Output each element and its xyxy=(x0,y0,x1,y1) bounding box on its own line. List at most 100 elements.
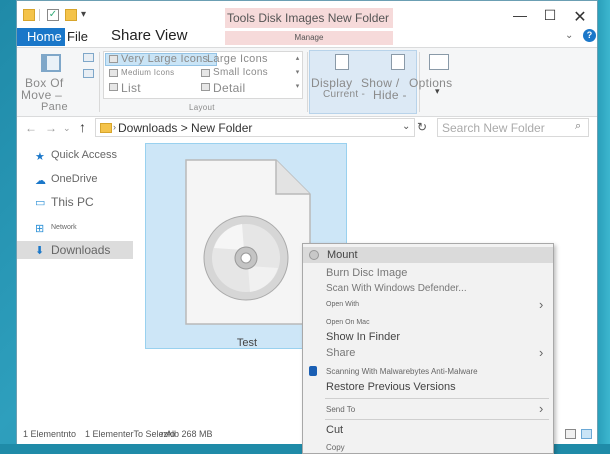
layout-large-icons[interactable]: Large Icons xyxy=(207,53,268,65)
navigation-pane-icon[interactable] xyxy=(41,54,61,72)
network-icon: ⊞ xyxy=(35,223,45,235)
pane-button-label-2[interactable]: Move – xyxy=(21,88,62,102)
medium-icons-icon xyxy=(109,69,118,77)
layout-detail[interactable]: Detail xyxy=(213,81,245,95)
details-pane-icon[interactable] xyxy=(83,69,94,78)
sidebar-item-this-pc[interactable]: ▭ This PC xyxy=(17,193,133,211)
folder-icon xyxy=(100,123,112,133)
menu-item-open-with[interactable]: Open With › xyxy=(303,297,553,313)
menu-item-send-to[interactable]: Send To › xyxy=(303,401,553,417)
address-row: ← → ⌄ ↑ › Downloads > New Folder ⌄ ↻ Sea… xyxy=(17,118,597,138)
recent-chevron-icon[interactable]: ⌄ xyxy=(63,123,71,134)
customize-toolbar-icon[interactable]: ▾ xyxy=(81,9,86,20)
contextual-tools-tab[interactable]: Tools Disk Images New Folder xyxy=(225,8,393,28)
context-menu: Mount Burn Disc Image Scan With Windows … xyxy=(302,243,554,454)
menu-item-label: Scan With Windows Defender... xyxy=(326,283,467,294)
display-sub-label: Current - xyxy=(323,89,366,100)
options-dropdown-icon[interactable]: ▾ xyxy=(435,86,440,97)
address-bar[interactable]: › Downloads > New Folder ⌄ xyxy=(95,118,415,137)
menu-item-label: Cut xyxy=(326,424,344,436)
menu-item-label: Open On Mac xyxy=(326,319,370,326)
ribbon: Box Of Move – Pane Very Large Icons Larg… xyxy=(17,47,597,117)
show-hide-icon[interactable] xyxy=(391,54,405,70)
back-arrow-icon[interactable]: ← xyxy=(25,121,37,135)
sidebar-item-label: Downloads xyxy=(51,243,111,257)
search-placeholder: Search New Folder xyxy=(442,121,545,135)
sidebar-item-label: OneDrive xyxy=(51,173,98,185)
menu-item-cut[interactable]: Cut xyxy=(303,422,553,438)
menu-item-label: Open With xyxy=(326,301,360,308)
sort-by-icon[interactable] xyxy=(335,54,349,70)
options-icon[interactable] xyxy=(429,54,449,70)
large-icons-view-icon[interactable] xyxy=(581,429,592,439)
menu-item-share[interactable]: Share › xyxy=(303,345,553,361)
tab-manage[interactable]: Manage xyxy=(225,31,393,45)
menu-item-label: Scanning With Malwarebytes Anti-Malware xyxy=(326,367,478,376)
display-button[interactable]: Display xyxy=(311,76,352,90)
title-bar: ✓ ▾ Tools Disk Images New Folder — ☐ ✕ xyxy=(17,1,597,31)
menu-item-label: Copy xyxy=(326,443,345,452)
menu-item-mount[interactable]: Mount xyxy=(303,247,553,263)
search-icon[interactable]: ⌕ xyxy=(575,120,581,133)
layout-very-large-icons[interactable]: Very Large Icons xyxy=(121,53,208,65)
options-button[interactable]: Options xyxy=(409,76,452,90)
sidebar-item-downloads[interactable]: ⬇ Downloads xyxy=(17,241,133,259)
menu-item-restore-versions[interactable]: Restore Previous Versions xyxy=(303,379,553,395)
properties-check-icon[interactable]: ✓ xyxy=(47,9,59,21)
help-icon[interactable]: ? xyxy=(583,29,596,42)
computer-icon: ▭ xyxy=(35,197,46,209)
layout-small-icons[interactable]: Small Icons xyxy=(213,67,268,78)
chevron-down-icon[interactable]: ⌄ xyxy=(565,30,573,41)
breadcrumb-chevron-icon[interactable]: › xyxy=(113,122,116,132)
chevron-right-icon: › xyxy=(539,297,544,312)
cloud-icon: ☁ xyxy=(35,175,46,187)
navigation-pane: ★ Quick Access ☁ OneDrive ▭ This PC ⊞ Ne… xyxy=(17,139,137,419)
group-separator xyxy=(307,52,308,112)
separator xyxy=(39,9,40,21)
menu-item-label: Send To xyxy=(326,405,356,414)
download-arrow-icon: ⬇ xyxy=(35,245,45,257)
tab-file[interactable]: File xyxy=(67,29,88,44)
tab-home[interactable]: Home xyxy=(17,28,65,46)
menu-item-burn-disc-image[interactable]: Burn Disc Image xyxy=(303,265,553,281)
breadcrumb[interactable]: Downloads > New Folder xyxy=(118,121,252,135)
item-count: 1 Elementnto xyxy=(23,429,77,439)
layout-list[interactable]: List xyxy=(121,81,141,95)
folder-icon[interactable] xyxy=(23,9,35,21)
small-icons-icon xyxy=(201,69,210,77)
menu-item-show-in-finder[interactable]: Show In Finder xyxy=(303,329,553,345)
address-dropdown-icon[interactable]: ⌄ xyxy=(402,121,410,132)
selection-size: nAlb 268 MB xyxy=(161,429,213,439)
preview-pane-icon[interactable] xyxy=(83,53,94,62)
details-icon xyxy=(201,83,210,91)
up-arrow-icon[interactable]: ↑ xyxy=(79,119,86,135)
gallery-scroll-icon[interactable]: ▴ ▾ ▾ xyxy=(293,52,302,98)
close-button[interactable]: ✕ xyxy=(565,7,595,27)
star-icon: ★ xyxy=(35,151,45,163)
sidebar-item-onedrive[interactable]: ☁ OneDrive xyxy=(17,171,133,189)
malwarebytes-icon xyxy=(309,366,317,376)
list-icon xyxy=(109,83,118,91)
disc-icon xyxy=(309,250,319,260)
menu-item-scan-defender[interactable]: Scan With Windows Defender... xyxy=(303,281,553,297)
forward-arrow-icon[interactable]: → xyxy=(45,121,57,135)
group-separator xyxy=(99,52,100,112)
menu-item-copy[interactable]: Copy xyxy=(303,439,553,453)
new-folder-icon[interactable] xyxy=(65,9,77,21)
chevron-right-icon: › xyxy=(539,345,544,360)
refresh-icon[interactable]: ↻ xyxy=(417,120,427,134)
sidebar-item-quick-access[interactable]: ★ Quick Access xyxy=(17,147,133,165)
layout-medium-icons[interactable]: Medium Icons xyxy=(121,68,174,77)
sidebar-item-network[interactable]: ⊞ Network xyxy=(17,219,133,237)
sidebar-item-label: This PC xyxy=(51,195,94,209)
menu-item-label: Restore Previous Versions xyxy=(326,381,456,393)
details-view-icon[interactable] xyxy=(565,429,576,439)
show-hide-sub-label: Hide - xyxy=(373,88,407,102)
search-input[interactable]: Search New Folder ⌕ xyxy=(437,118,589,137)
menu-item-label: Share xyxy=(326,347,356,359)
menu-item-label: Mount xyxy=(327,249,358,261)
menu-item-malwarebytes[interactable]: Scanning With Malwarebytes Anti-Malware xyxy=(303,363,553,379)
minimize-button[interactable]: — xyxy=(505,7,535,23)
tab-share-view[interactable]: Share View xyxy=(111,27,187,44)
maximize-button[interactable]: ☐ xyxy=(535,7,565,24)
